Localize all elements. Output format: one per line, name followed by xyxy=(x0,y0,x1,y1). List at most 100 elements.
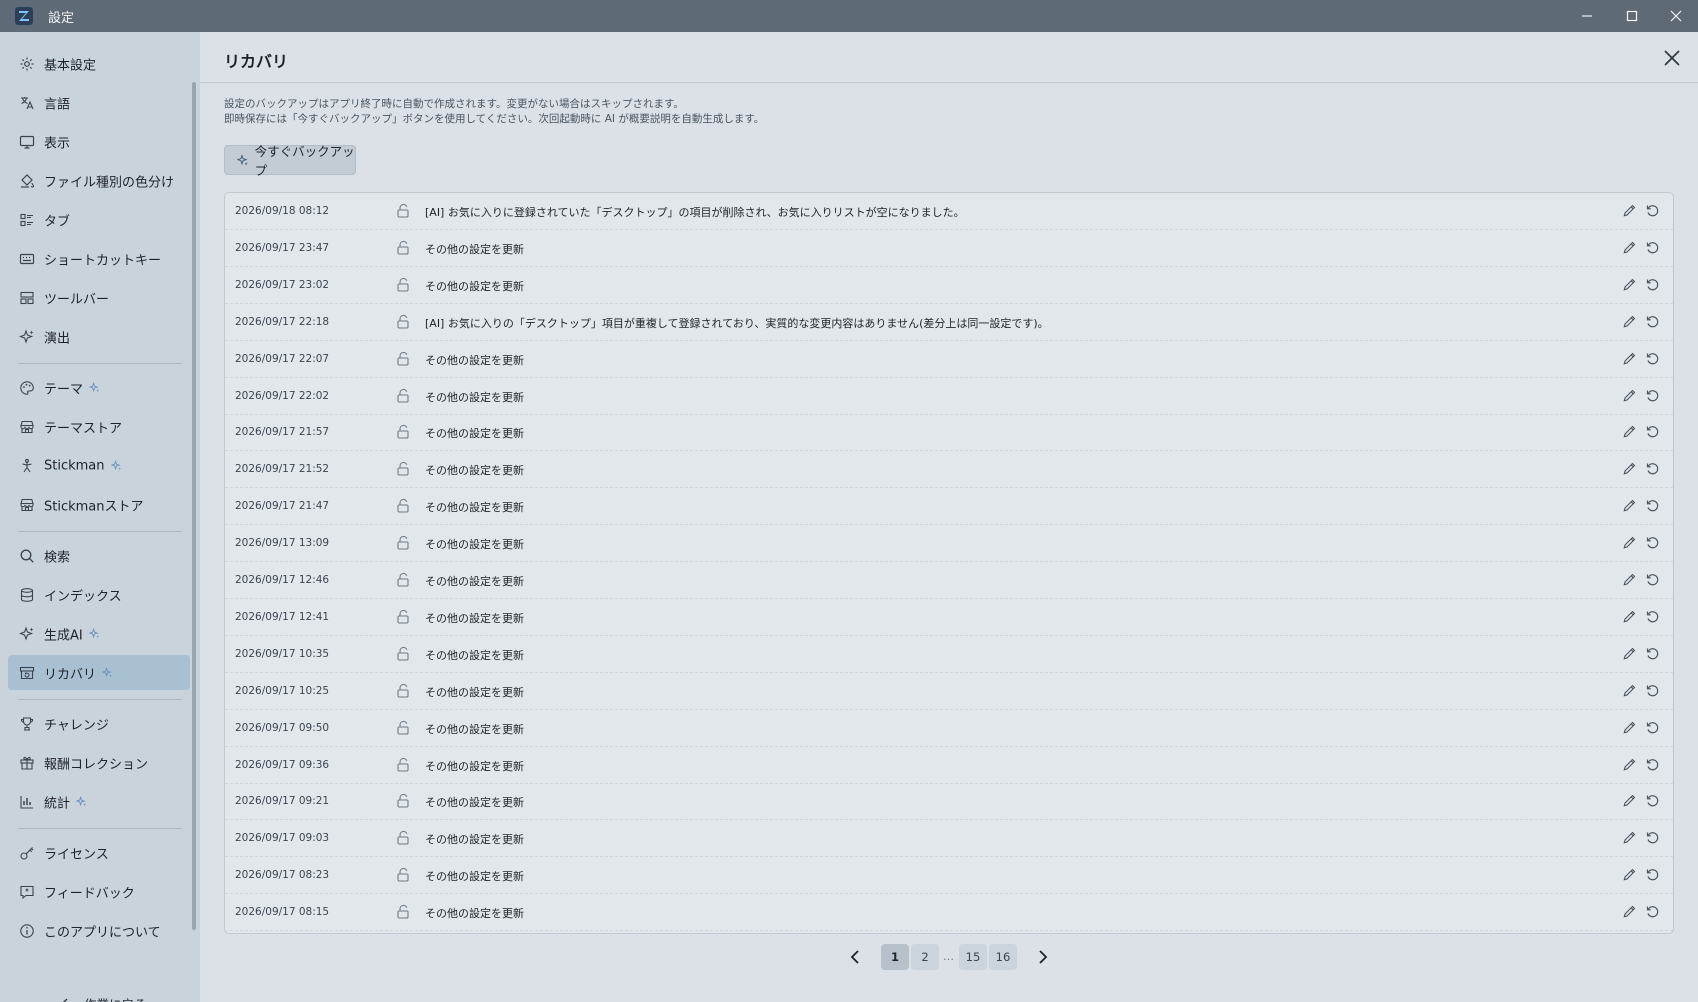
unlock-icon[interactable] xyxy=(396,240,410,255)
sidebar-item-2-3[interactable]: リカバリ xyxy=(8,655,190,690)
restore-icon[interactable] xyxy=(1645,757,1660,772)
backup-now-button[interactable]: 今すぐバックアップ xyxy=(224,144,356,178)
unlock-icon[interactable] xyxy=(396,683,410,698)
backup-row[interactable]: 2026/09/17 09:03 その他の設定を更新 xyxy=(225,820,1673,858)
sidebar-item-3-0[interactable]: チャレンジ xyxy=(8,706,190,741)
unlock-icon[interactable] xyxy=(396,830,410,845)
restore-icon[interactable] xyxy=(1645,277,1660,292)
backup-row[interactable]: 2026/09/17 08:23 その他の設定を更新 xyxy=(225,857,1673,895)
restore-icon[interactable] xyxy=(1645,683,1660,698)
page-button-16[interactable]: 16 xyxy=(989,944,1017,970)
unlock-icon[interactable] xyxy=(396,388,410,403)
backup-row[interactable]: 2026/09/17 08:15 その他の設定を更新 xyxy=(225,894,1673,932)
pencil-icon[interactable] xyxy=(1622,793,1637,808)
page-button-2[interactable]: 2 xyxy=(911,944,939,970)
unlock-icon[interactable] xyxy=(396,720,410,735)
pencil-icon[interactable] xyxy=(1622,277,1637,292)
pencil-icon[interactable] xyxy=(1622,314,1637,329)
restore-icon[interactable] xyxy=(1645,609,1660,624)
window-close-button[interactable] xyxy=(1653,0,1698,32)
unlock-icon[interactable] xyxy=(396,646,410,661)
sidebar-item-0-2[interactable]: 表示 xyxy=(8,124,190,159)
backup-row[interactable]: 2026/09/17 21:52 その他の設定を更新 xyxy=(225,451,1673,489)
backup-row[interactable]: 2026/09/17 21:57 その他の設定を更新 xyxy=(225,414,1673,452)
restore-icon[interactable] xyxy=(1645,240,1660,255)
pencil-icon[interactable] xyxy=(1622,388,1637,403)
chevron-right-icon[interactable] xyxy=(1033,948,1051,966)
backup-row[interactable]: 2026/09/17 09:21 その他の設定を更新 xyxy=(225,783,1673,821)
sidebar-item-1-3[interactable]: Stickmanストア xyxy=(8,487,190,522)
unlock-icon[interactable] xyxy=(396,461,410,476)
pencil-icon[interactable] xyxy=(1622,535,1637,550)
panel-close-icon[interactable] xyxy=(1662,48,1682,68)
restore-icon[interactable] xyxy=(1645,388,1660,403)
backup-row[interactable]: 2026/09/17 12:46 その他の設定を更新 xyxy=(225,562,1673,599)
restore-icon[interactable] xyxy=(1645,535,1660,550)
unlock-icon[interactable] xyxy=(396,609,410,624)
restore-icon[interactable] xyxy=(1645,424,1660,439)
unlock-icon[interactable] xyxy=(396,535,410,550)
pencil-icon[interactable] xyxy=(1622,424,1637,439)
sidebar-item-0-1[interactable]: 言語 xyxy=(8,85,190,120)
restore-icon[interactable] xyxy=(1645,461,1660,476)
backup-row[interactable]: 2026/09/18 08:12 [AI] お気に入りに登録されていた「デスクトッ… xyxy=(225,193,1673,230)
restore-icon[interactable] xyxy=(1645,646,1660,661)
restore-icon[interactable] xyxy=(1645,867,1660,882)
pencil-icon[interactable] xyxy=(1622,351,1637,366)
pencil-icon[interactable] xyxy=(1622,498,1637,513)
backup-row[interactable]: 2026/09/17 21:47 その他の設定を更新 xyxy=(225,488,1673,526)
sidebar-item-3-1[interactable]: 報酬コレクション xyxy=(8,745,190,780)
unlock-icon[interactable] xyxy=(396,498,410,513)
backup-row[interactable]: 2026/09/17 23:47 その他の設定を更新 xyxy=(225,230,1673,267)
sidebar-item-0-6[interactable]: ツールバー xyxy=(8,280,190,315)
backup-row[interactable]: 2026/09/17 22:18 [AI] お気に入りの「デスクトップ」項目が重複… xyxy=(225,304,1673,341)
unlock-icon[interactable] xyxy=(396,867,410,882)
sidebar-item-0-4[interactable]: タブ xyxy=(8,202,190,237)
backup-row[interactable]: 2026/09/17 13:09 その他の設定を更新 xyxy=(225,525,1673,563)
chevron-left-icon[interactable] xyxy=(847,948,865,966)
restore-icon[interactable] xyxy=(1645,830,1660,845)
sidebar-scrollbar[interactable] xyxy=(192,82,196,930)
unlock-icon[interactable] xyxy=(396,314,410,329)
page-button-1[interactable]: 1 xyxy=(881,944,909,970)
sidebar-item-4-1[interactable]: フィードバック xyxy=(8,874,190,909)
restore-icon[interactable] xyxy=(1645,720,1660,735)
restore-icon[interactable] xyxy=(1645,793,1660,808)
unlock-icon[interactable] xyxy=(396,351,410,366)
backup-row[interactable]: 2026/09/17 22:02 その他の設定を更新 xyxy=(225,378,1673,415)
sidebar-item-0-5[interactable]: ショートカットキー xyxy=(8,241,190,276)
unlock-icon[interactable] xyxy=(396,757,410,772)
backup-row[interactable]: 2026/09/17 23:02 その他の設定を更新 xyxy=(225,267,1673,304)
sidebar-item-1-1[interactable]: テーマストア xyxy=(8,409,190,444)
sidebar-item-0-7[interactable]: 演出 xyxy=(8,319,190,354)
unlock-icon[interactable] xyxy=(396,904,410,919)
sidebar-item-0-3[interactable]: ファイル種別の色分け xyxy=(8,163,190,198)
pencil-icon[interactable] xyxy=(1622,461,1637,476)
restore-icon[interactable] xyxy=(1645,498,1660,513)
pencil-icon[interactable] xyxy=(1622,240,1637,255)
sidebar-item-4-2[interactable]: このアプリについて xyxy=(8,913,190,948)
pencil-icon[interactable] xyxy=(1622,683,1637,698)
unlock-icon[interactable] xyxy=(396,277,410,292)
restore-icon[interactable] xyxy=(1645,314,1660,329)
pencil-icon[interactable] xyxy=(1622,904,1637,919)
unlock-icon[interactable] xyxy=(396,572,410,587)
restore-icon[interactable] xyxy=(1645,904,1660,919)
pencil-icon[interactable] xyxy=(1622,572,1637,587)
pencil-icon[interactable] xyxy=(1622,757,1637,772)
restore-icon[interactable] xyxy=(1645,572,1660,587)
unlock-icon[interactable] xyxy=(396,424,410,439)
backup-row[interactable]: 2026/09/17 10:35 その他の設定を更新 xyxy=(225,636,1673,673)
minimize-button[interactable] xyxy=(1564,0,1610,32)
pencil-icon[interactable] xyxy=(1622,830,1637,845)
backup-row[interactable]: 2026/09/17 10:25 その他の設定を更新 xyxy=(225,673,1673,710)
backup-row[interactable]: 2026/09/17 09:36 その他の設定を更新 xyxy=(225,747,1673,784)
pencil-icon[interactable] xyxy=(1622,203,1637,218)
backup-row[interactable]: 2026/09/17 09:50 その他の設定を更新 xyxy=(225,710,1673,747)
sidebar-item-1-0[interactable]: テーマ xyxy=(8,370,190,405)
pencil-icon[interactable] xyxy=(1622,720,1637,735)
sidebar-item-0-0[interactable]: 基本設定 xyxy=(8,46,190,81)
sidebar-item-1-2[interactable]: Stickman xyxy=(8,448,190,483)
unlock-icon[interactable] xyxy=(396,793,410,808)
back-to-work-link[interactable]: 作業に戻る xyxy=(60,994,147,1002)
